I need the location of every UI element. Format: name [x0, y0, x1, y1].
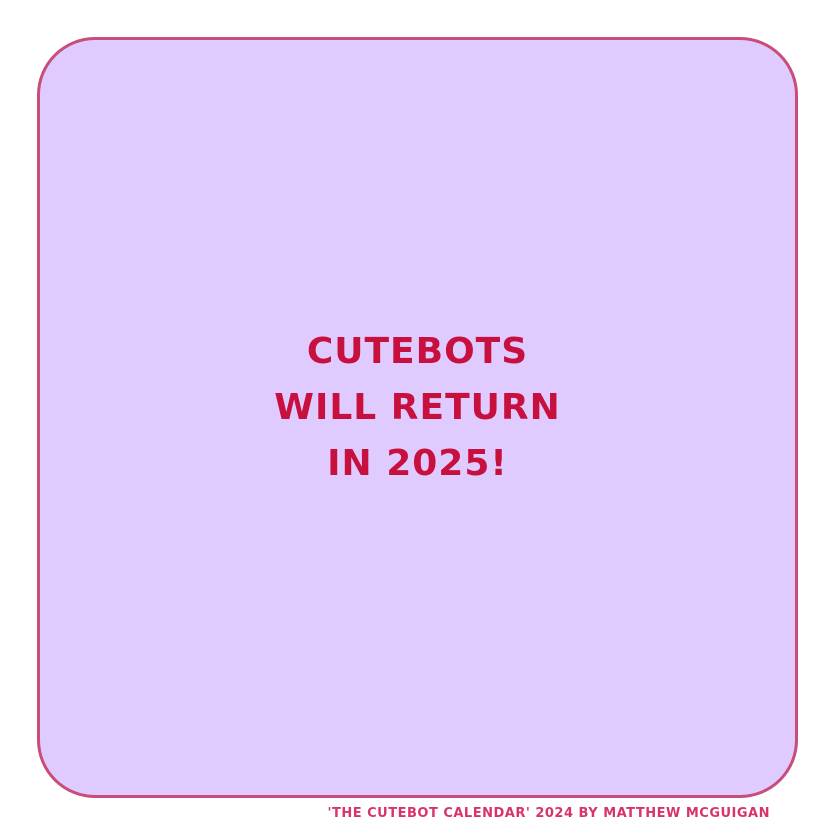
- message-line-3: IN 2025!: [327, 442, 508, 484]
- announcement-message: CUTEBOTS WILL RETURN IN 2025!: [40, 40, 795, 795]
- credit-text: 'THE CUTEBOT CALENDAR' 2024 BY MATTHEW M…: [327, 806, 770, 821]
- message-line-2: WILL RETURN: [274, 386, 561, 428]
- announcement-card: CUTEBOTS WILL RETURN IN 2025!: [37, 37, 798, 798]
- message-line-1: CUTEBOTS: [306, 330, 529, 372]
